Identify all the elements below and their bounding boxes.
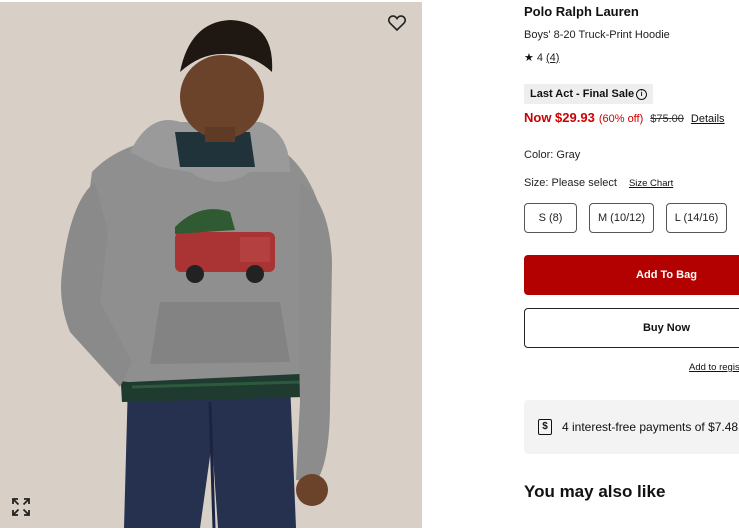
payments-banner[interactable]: $ 4 interest-free payments of $7.48 [524,400,739,454]
color-label: Color: Gray [524,149,581,161]
price-details-link[interactable]: Details [691,113,725,125]
size-option-m[interactable]: M (10/12) [589,203,654,233]
expand-image-button[interactable] [10,496,32,518]
size-options: S (8) M (10/12) L (14/16) [524,203,727,233]
info-icon[interactable]: i [636,88,648,100]
badge-label: Last Act - Final Sale [530,88,635,100]
expand-icon [12,498,30,516]
recommendations-heading: You may also like [524,482,666,501]
size-option-l[interactable]: L (14/16) [666,203,727,233]
size-selector-header: Size: Please select Size Chart [524,177,673,189]
product-photo [0,2,422,528]
price-row: Now $29.93 (60% off) $75.00 Details [524,110,725,125]
buy-now-button[interactable]: Buy Now [524,308,739,348]
payments-text: 4 interest-free payments of $7.48 [562,420,739,434]
favorite-button[interactable] [386,12,408,34]
size-label: Size: Please select [524,177,617,189]
sale-price: Now $29.93 [524,110,595,125]
rating-value: 4 [536,51,543,64]
final-sale-badge: Last Act - Final Sale i [524,84,654,104]
review-count-link[interactable]: (4) [546,52,559,64]
add-to-registry-link[interactable]: Add to registry [689,362,739,373]
product-details: Polo Ralph Lauren Boys' 8-20 Truck-Print… [524,0,739,530]
rating: ★ 4 (4) [524,51,559,65]
product-title: Boys' 8-20 Truck-Print Hoodie [524,29,670,41]
heart-icon [388,15,406,31]
size-option-s[interactable]: S (8) [524,203,577,233]
brand-name[interactable]: Polo Ralph Lauren [524,4,639,19]
product-image-panel [0,2,422,528]
original-price: $75.00 [650,113,684,125]
product-page: Polo Ralph Lauren Boys' 8-20 Truck-Print… [0,0,739,530]
discount-percent: (60% off) [598,113,644,125]
add-to-bag-button[interactable]: Add To Bag [524,255,739,295]
dollar-icon: $ [538,419,552,435]
size-chart-link[interactable]: Size Chart [629,177,673,189]
star-icon: ★ [524,52,534,64]
